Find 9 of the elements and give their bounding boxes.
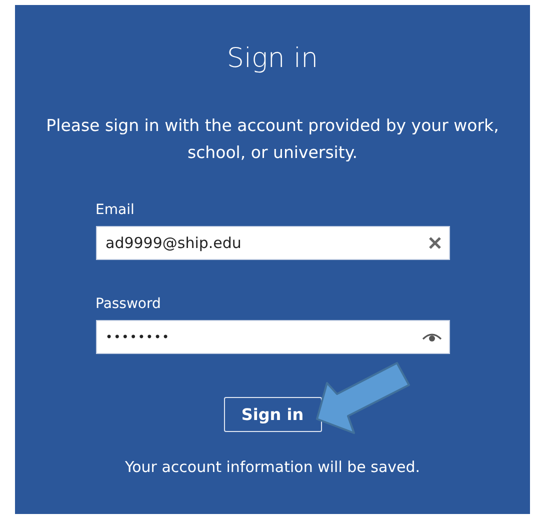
email-field[interactable]: ad9999@ship.edu (96, 226, 450, 260)
title: Sign in (226, 43, 318, 74)
clear-icon[interactable] (428, 236, 442, 250)
account-note: Your account information will be saved. (124, 458, 420, 476)
instructions: Please sign in with the account provided by your work, school, or university. (45, 115, 500, 164)
password-label: Password (96, 296, 162, 312)
email-label: Email (96, 202, 136, 218)
eye-icon[interactable] (422, 332, 442, 342)
password-field[interactable]: •••••••• (96, 320, 450, 354)
